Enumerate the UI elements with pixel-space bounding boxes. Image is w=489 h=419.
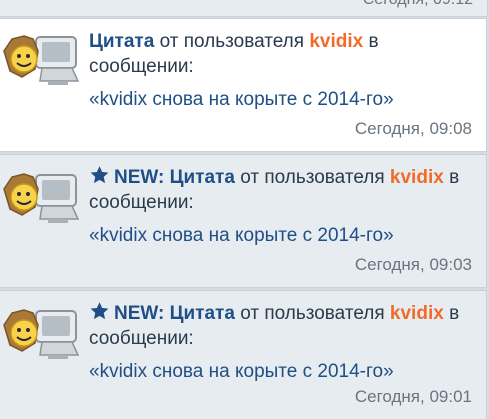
quoted-text-link[interactable]: «kvidix снова на корыте с 2014-го» xyxy=(89,359,474,384)
username-link[interactable]: kvidix xyxy=(390,303,444,324)
star-icon xyxy=(90,302,109,320)
quote-post-link[interactable]: Цитата xyxy=(89,31,154,52)
username-link[interactable]: kvidix xyxy=(390,167,444,188)
star-icon xyxy=(90,166,109,184)
alert-content: NEW: Цитата от пользователя kvidix в соо… xyxy=(89,301,474,384)
new-badge: NEW: xyxy=(114,303,165,324)
alert-summary: NEW: Цитата от пользователя kvidix в соо… xyxy=(89,165,474,215)
alert-text-from: от пользователя xyxy=(240,303,385,324)
quote-post-link[interactable]: Цитата xyxy=(170,303,235,324)
alerts-feed: Сегодня, 09:12 Цитата от пользователя kv… xyxy=(0,0,489,419)
alert-summary: NEW: Цитата от пользователя kvidix в соо… xyxy=(89,301,474,351)
alert-item[interactable]: NEW: Цитата от пользователя kvidix в соо… xyxy=(0,154,487,288)
avatar[interactable] xyxy=(2,305,80,361)
alert-text-from: от пользователя xyxy=(240,167,385,188)
alert-time: Сегодня, 09:12 xyxy=(363,0,473,9)
previous-alert-cutoff: Сегодня, 09:12 xyxy=(0,0,488,17)
alert-summary: Цитата от пользователя kvidix в сообщени… xyxy=(89,29,474,79)
avatar[interactable] xyxy=(2,169,80,225)
alert-item[interactable]: NEW: Цитата от пользователя kvidix в соо… xyxy=(0,290,487,419)
alert-content: Цитата от пользователя kvidix в сообщени… xyxy=(89,29,474,112)
quote-post-link[interactable]: Цитата xyxy=(170,167,235,188)
alert-time: Сегодня, 09:01 xyxy=(354,387,472,406)
username-link[interactable]: kvidix xyxy=(309,31,363,52)
quoted-text-link[interactable]: «kvidix снова на корыте с 2014-го» xyxy=(89,87,474,112)
avatar[interactable] xyxy=(2,31,80,87)
alert-content: NEW: Цитата от пользователя kvidix в соо… xyxy=(89,165,474,248)
alert-time: Сегодня, 09:08 xyxy=(354,119,472,138)
alert-text-from: от пользователя xyxy=(159,31,305,52)
alert-item[interactable]: Цитата от пользователя kvidix в сообщени… xyxy=(0,18,487,152)
alert-time: Сегодня, 09:03 xyxy=(354,255,472,274)
quoted-text-link[interactable]: «kvidix снова на корыте с 2014-го» xyxy=(89,223,474,248)
new-badge: NEW: xyxy=(114,167,165,188)
